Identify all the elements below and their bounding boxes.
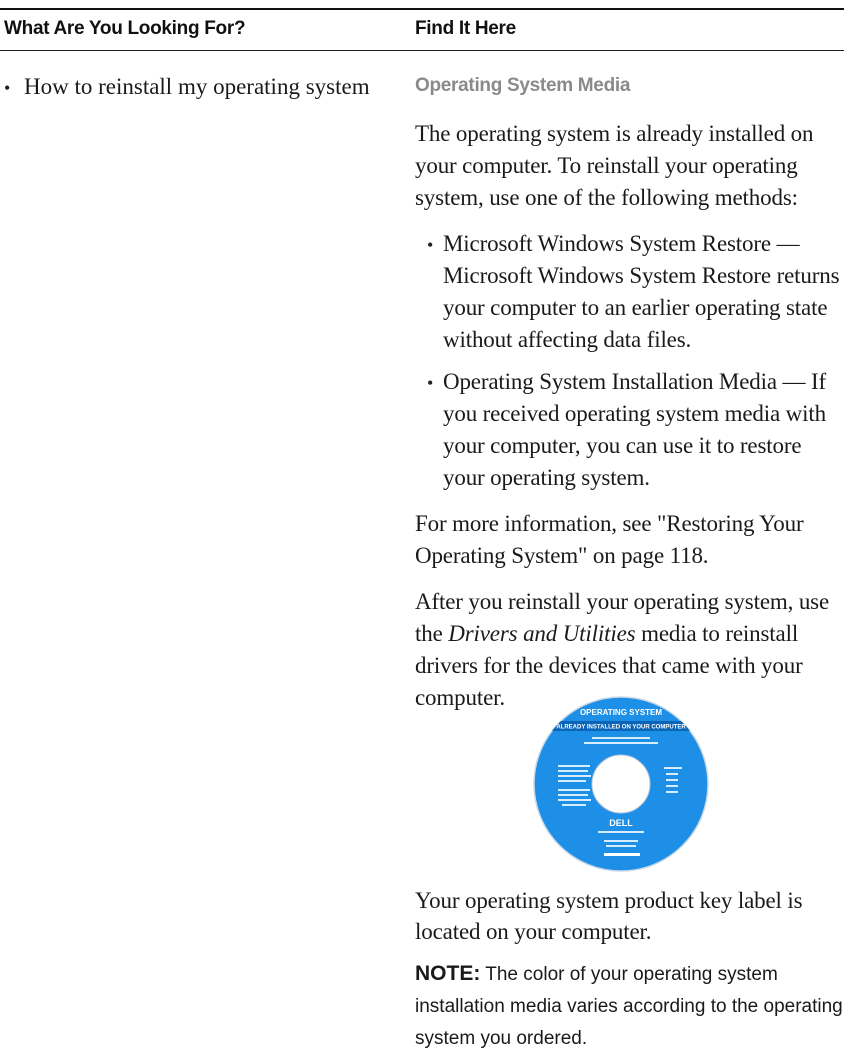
bullet-icon: • <box>4 78 11 98</box>
column-header-looking-for: What Are You Looking For? <box>4 18 246 39</box>
question-text: How to reinstall my operating system <box>24 74 370 99</box>
method-system-restore: Microsoft Windows System Restore — Micro… <box>443 231 840 352</box>
left-column: • How to reinstall my operating system <box>4 72 404 103</box>
disc-icon: OPERATING SYSTEM ALREADY INSTALLED ON YO… <box>533 696 709 872</box>
column-header-find-it-here: Find It Here <box>415 18 516 39</box>
product-key-paragraph: Your operating system product key label … <box>415 888 803 944</box>
note-label: NOTE: <box>415 962 481 985</box>
method-installation-media: Operating System Installation Media — If… <box>443 369 827 490</box>
drivers-utilities-title: Drivers and Utilities <box>448 621 636 646</box>
intro-paragraph: The operating system is already installe… <box>415 121 814 210</box>
document-page: What Are You Looking For? Find It Here •… <box>0 0 844 1064</box>
disc-title: OPERATING SYSTEM <box>580 708 662 717</box>
dell-logo: DELL <box>609 818 633 828</box>
methods-list: • Microsoft Windows System Restore — Mic… <box>415 228 840 494</box>
operating-system-disc-image: OPERATING SYSTEM ALREADY INSTALLED ON YO… <box>532 695 710 873</box>
section-title: Operating System Media <box>415 75 631 96</box>
note-block: NOTE: The color of your operating system… <box>415 958 843 1055</box>
more-info-paragraph: For more information, see "Restoring You… <box>415 511 804 568</box>
disc-band-label: ALREADY INSTALLED ON YOUR COMPUTER <box>556 725 686 731</box>
list-item: • How to reinstall my operating system <box>4 72 404 103</box>
note-text: The color of your operating system insta… <box>415 964 843 1049</box>
right-column: Operating System Media The operating sys… <box>415 72 840 728</box>
bullet-icon: • <box>427 373 434 393</box>
list-item: • Operating System Installation Media — … <box>415 366 840 494</box>
table-header-rule <box>0 50 844 51</box>
bullet-icon: • <box>427 235 434 255</box>
table-top-rule <box>0 8 844 10</box>
disc-hole <box>591 754 651 814</box>
list-item: • Microsoft Windows System Restore — Mic… <box>415 228 840 356</box>
